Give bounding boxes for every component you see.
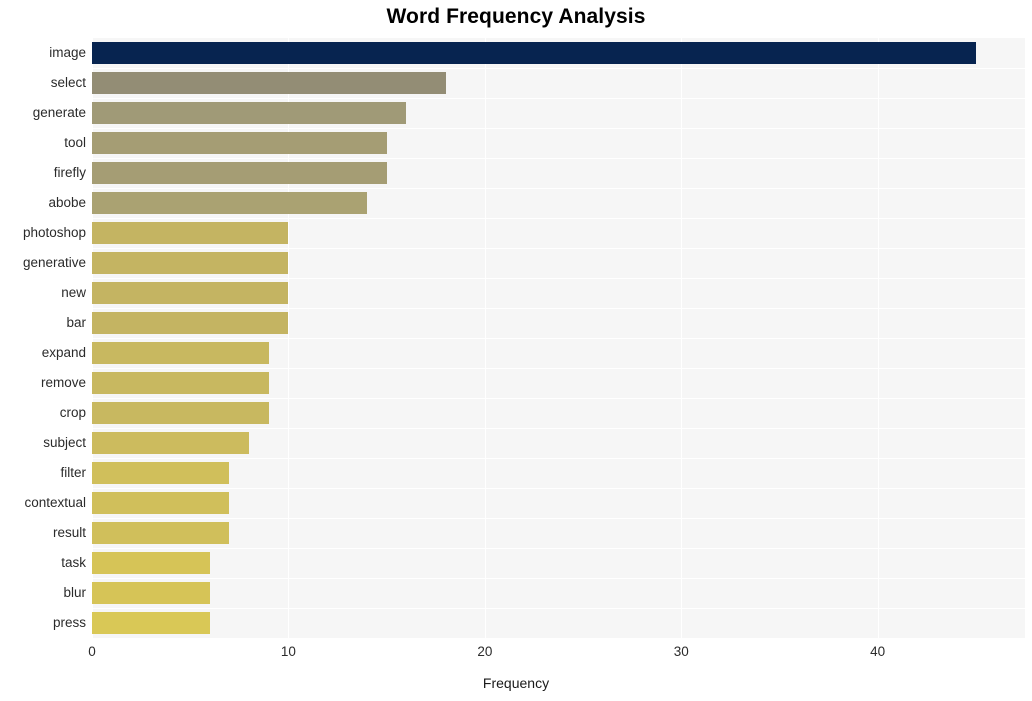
y-tick-label-crop: crop [59,405,86,420]
y-tick-label-image: image [49,45,86,60]
bar-tool [92,132,387,154]
y-tick-label-tool: tool [64,135,86,150]
bar-image [92,42,976,64]
gridline-horizontal [92,368,1025,369]
bar-new [92,282,289,304]
gridline-horizontal [92,68,1025,69]
y-tick-label-result: result [52,525,86,540]
x-tick-label-10: 10 [280,644,296,659]
x-tick-label-30: 30 [673,644,689,659]
y-axis-tick-labels: image select generate tool firefly abobe photo… [0,38,86,638]
bar-blur [92,582,210,604]
bar-generative [92,252,289,274]
y-tick-label-firefly: firefly [53,165,86,180]
bar-contextual [92,492,230,514]
gridline-horizontal [92,278,1025,279]
y-tick-label-bar: bar [66,315,86,330]
bar-remove [92,372,269,394]
x-tick-label-0: 0 [88,644,96,659]
bar-subject [92,432,250,454]
word-frequency-bar-chart: Word Frequency Analysis image select gener… [0,0,1032,701]
x-axis-tick-labels: 0 10 20 30 40 [0,644,1032,666]
y-tick-label-generate: generate [32,105,86,120]
gridline-horizontal [92,578,1025,579]
bar-photoshop [92,222,289,244]
y-tick-label-contextual: contextual [24,495,86,510]
gridline-horizontal [92,338,1025,339]
y-tick-label-select: select [50,75,86,90]
bar-expand [92,342,269,364]
bar-generate [92,102,407,124]
bar-result [92,522,230,544]
y-tick-label-abobe: abobe [48,195,86,210]
gridline-horizontal [92,128,1025,129]
gridline-horizontal [92,308,1025,309]
gridline-horizontal [92,428,1025,429]
y-tick-label-generative: generative [22,255,86,270]
y-tick-label-subject: subject [43,435,86,450]
gridline-horizontal [92,248,1025,249]
x-axis-title: Frequency [482,675,550,691]
bar-select [92,72,446,94]
gridline-horizontal [92,398,1025,399]
bar-bar [92,312,289,334]
chart-title: Word Frequency Analysis [386,5,646,28]
y-tick-label-new: new [61,285,86,300]
y-tick-label-remove: remove [40,375,86,390]
y-tick-label-press: press [52,615,86,630]
gridline-horizontal [92,98,1025,99]
bar-crop [92,402,269,424]
y-tick-label-photoshop: photoshop [22,225,86,240]
bar-task [92,552,210,574]
gridline-horizontal [92,488,1025,489]
bar-press [92,612,210,634]
bar-firefly [92,162,387,184]
y-tick-label-blur: blur [63,585,86,600]
x-tick-label-40: 40 [870,644,886,659]
bar-filter [92,462,230,484]
bar-abobe [92,192,367,214]
gridline-horizontal [92,608,1025,609]
y-tick-label-filter: filter [60,465,86,480]
gridline-horizontal [92,458,1025,459]
plot-area [92,38,1025,638]
gridline-horizontal [92,158,1025,159]
gridline-horizontal [92,188,1025,189]
x-tick-label-20: 20 [477,644,493,659]
gridline-horizontal [92,218,1025,219]
gridline-horizontal [92,548,1025,549]
y-tick-label-task: task [61,555,86,570]
gridline-horizontal [92,518,1025,519]
y-tick-label-expand: expand [41,345,86,360]
